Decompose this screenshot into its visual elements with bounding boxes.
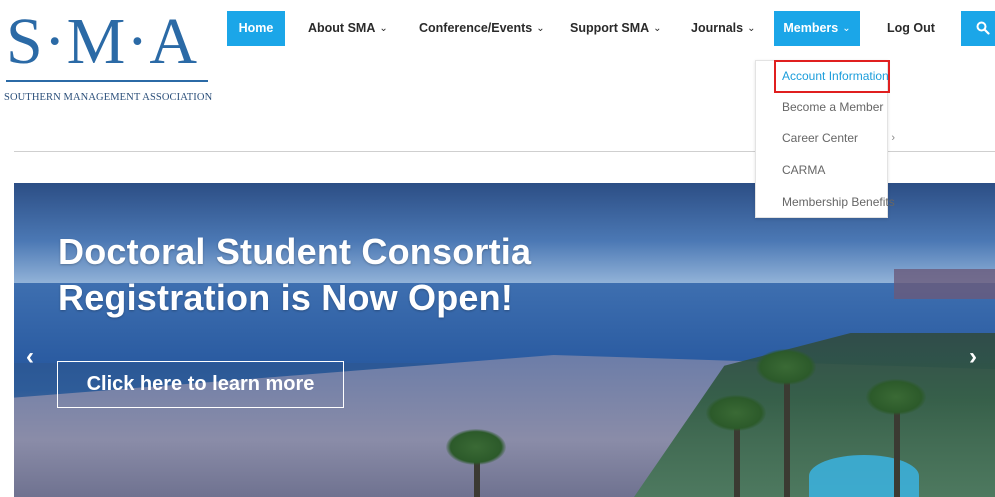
chevron-down-icon: ⌄ — [536, 23, 545, 34]
palm-tree-top — [866, 379, 926, 415]
nav-support-sma[interactable]: Support SMA ⌄ — [570, 11, 662, 46]
logo-subtitle: SOUTHERN MANAGEMENT ASSOCIATION — [4, 92, 213, 103]
search-icon — [976, 21, 990, 35]
chevron-down-icon: ⌄ — [379, 23, 388, 34]
nav-members[interactable]: Members ⌄ — [774, 11, 860, 46]
menu-item-label: Membership Benefits — [782, 195, 895, 209]
nav-home[interactable]: Home — [227, 11, 285, 46]
hero-slider: Doctoral Student Consortia Registration … — [14, 183, 995, 497]
nav-conference-events[interactable]: Conference/Events ⌄ — [419, 11, 545, 46]
learn-more-button[interactable]: Click here to learn more — [57, 361, 344, 408]
menu-item-label: Career Center — [782, 131, 859, 145]
nav-members-label: Members — [783, 21, 839, 35]
nav-log-out[interactable]: Log Out — [887, 11, 935, 46]
palm-tree-top — [446, 429, 506, 465]
menu-item-label: Become a Member — [782, 100, 884, 114]
logo-rule — [6, 80, 208, 82]
hero-title-line1: Doctoral Student Consortia — [58, 231, 532, 272]
palm-tree-top — [756, 349, 816, 385]
nav-about-label: About SMA — [308, 21, 376, 35]
menu-item-membership-benefits[interactable]: Membership Benefits — [756, 187, 895, 218]
chevron-down-icon: ⌄ — [842, 23, 851, 34]
menu-item-label: CARMA — [782, 163, 826, 177]
nav-journals[interactable]: Journals ⌄ — [691, 11, 756, 46]
menu-item-carma[interactable]: CARMA — [756, 155, 887, 186]
logo-letters: S·M·A — [6, 5, 199, 78]
chevron-down-icon: ⌄ — [747, 23, 756, 34]
nav-about-sma[interactable]: About SMA ⌄ — [308, 11, 388, 46]
chevron-down-icon: ⌄ — [653, 23, 662, 34]
hero-buildings — [894, 269, 995, 299]
slider-prev-arrow-icon[interactable]: ‹ — [26, 343, 34, 371]
members-dropdown-menu: Account Information Become a Member Care… — [755, 60, 895, 218]
hero-title-line2: Registration is Now Open! — [58, 277, 514, 318]
menu-item-career-center[interactable]: Career Center › — [756, 123, 895, 154]
nav-home-label: Home — [238, 21, 274, 35]
nav-journals-label: Journals — [691, 21, 744, 35]
nav-logout-label: Log Out — [887, 21, 935, 35]
hero-title: Doctoral Student Consortia Registration … — [58, 229, 531, 321]
site-logo[interactable]: S·M·A SOUTHERN MANAGEMENT ASSOCIATION — [4, 5, 214, 103]
hero-pool — [809, 455, 919, 497]
nav-conference-label: Conference/Events — [419, 21, 533, 35]
menu-item-account-information[interactable]: Account Information — [756, 61, 889, 92]
chevron-right-icon: › — [891, 132, 895, 144]
menu-item-become-a-member[interactable]: Become a Member — [756, 92, 887, 123]
palm-tree-top — [706, 395, 766, 431]
slider-next-arrow-icon[interactable]: › — [969, 343, 977, 371]
search-button[interactable] — [961, 11, 995, 46]
nav-support-label: Support SMA — [570, 21, 650, 35]
menu-item-label: Account Information — [782, 69, 889, 83]
